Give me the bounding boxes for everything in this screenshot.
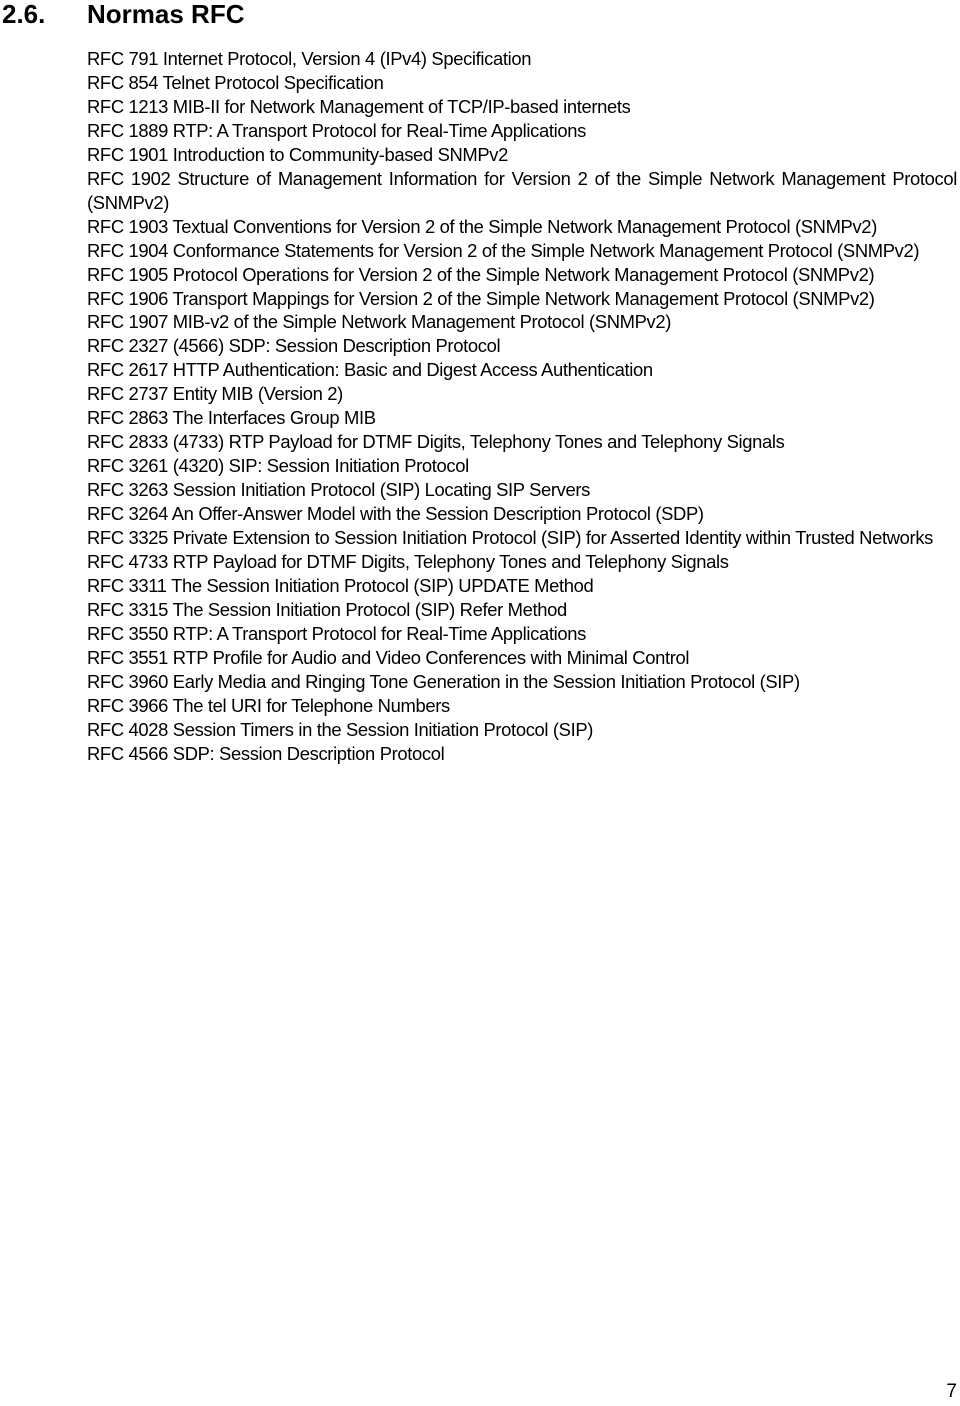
rfc-list-item: RFC 2327 (4566) SDP: Session Description… bbox=[87, 335, 501, 357]
rfc-list-item: RFC 3551 RTP Profile for Audio and Video… bbox=[87, 646, 690, 668]
rfc-list-item: RFC 1906 Transport Mappings for Version … bbox=[87, 287, 875, 309]
section-title: Normas RFC bbox=[87, 0, 245, 29]
rfc-list-item: RFC 2833 (4733) RTP Payload for DTMF Dig… bbox=[87, 431, 785, 453]
rfc-list-item: RFC 2617 HTTP Authentication: Basic and … bbox=[87, 359, 653, 381]
rfc-list-item: RFC 791 Internet Protocol, Version 4 (IP… bbox=[87, 48, 532, 69]
rfc-list-item: RFC 1889 RTP: A Transport Protocol for R… bbox=[87, 119, 586, 141]
rfc-list-item: RFC 3550 RTP: A Transport Protocol for R… bbox=[87, 622, 586, 644]
rfc-list-item: RFC 2863 The Interfaces Group MIB bbox=[87, 407, 376, 429]
rfc-list-item: RFC 1901 Introduction to Community-based… bbox=[87, 143, 509, 165]
section-number: 2.6. bbox=[2, 0, 46, 29]
rfc-list-item: RFC 854 Telnet Protocol Specification bbox=[87, 71, 384, 93]
rfc-list-item: RFC 4028 Session Timers in the Session I… bbox=[87, 718, 594, 740]
rfc-list-item: RFC 1907 MIB-v2 of the Simple Network Ma… bbox=[87, 311, 672, 333]
rfc-list-item: RFC 3966 The tel URI for Telephone Numbe… bbox=[87, 694, 450, 716]
rfc-list-item: RFC 1904 Conformance Statements for Vers… bbox=[87, 239, 920, 261]
rfc-list-item: RFC 4733 RTP Payload for DTMF Digits, Te… bbox=[87, 551, 729, 573]
rfc-list-item: RFC 4566 SDP: Session Description Protoc… bbox=[87, 742, 445, 764]
rfc-list-item: RFC 3263 Session Initiation Protocol (SI… bbox=[87, 479, 591, 501]
rfc-list-item: RFC 3325 Private Extension to Session In… bbox=[87, 527, 934, 549]
rfc-list-item: RFC 1213 MIB-II for Network Management o… bbox=[87, 95, 631, 117]
section-heading: 2.6. Normas RFC bbox=[2, 0, 244, 31]
rfc-list-item: RFC 1902 Structure of Management Informa… bbox=[87, 167, 957, 213]
rfc-list-item: RFC 3264 An Offer-Answer Model with the … bbox=[87, 503, 704, 525]
page-number: 7 bbox=[946, 1381, 957, 1402]
rfc-standards-list: RFC 791 Internet Protocol, Version 4 (IP… bbox=[87, 47, 957, 766]
rfc-list-item: RFC 1903 Textual Conventions for Version… bbox=[87, 215, 877, 237]
rfc-list-item: RFC 3315 The Session Initiation Protocol… bbox=[87, 598, 567, 620]
rfc-list-item: RFC 3311 The Session Initiation Protocol… bbox=[87, 574, 594, 596]
rfc-list-item: RFC 2737 Entity MIB (Version 2) bbox=[87, 383, 343, 405]
rfc-list-item: RFC 3261 (4320) SIP: Session Initiation … bbox=[87, 455, 469, 477]
rfc-list-item: RFC 3960 Early Media and Ringing Tone Ge… bbox=[87, 670, 800, 692]
rfc-list-item: RFC 1905 Protocol Operations for Version… bbox=[87, 263, 875, 285]
